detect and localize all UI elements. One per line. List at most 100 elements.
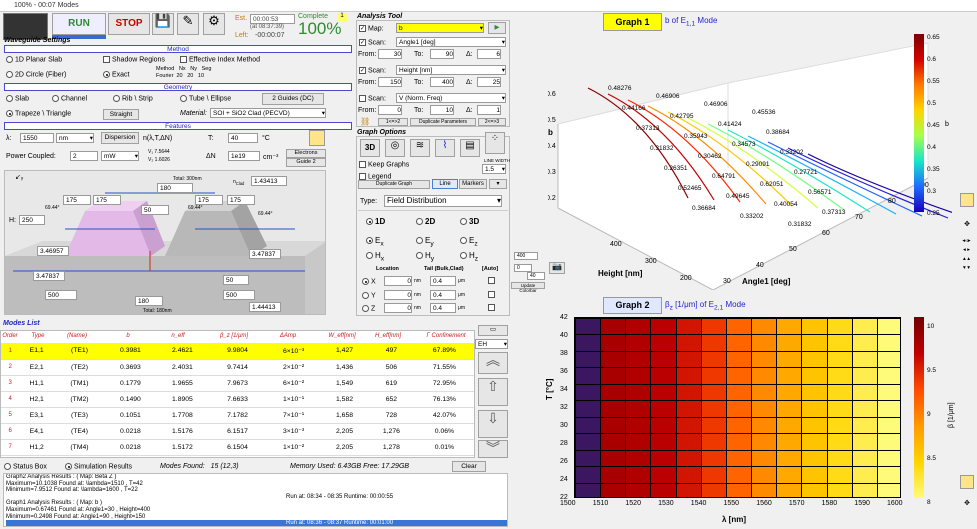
scan1-check[interactable]: ✓ Scan:: [359, 39, 386, 46]
n-bulk-input[interactable]: 1.44413: [249, 302, 281, 312]
line-button[interactable]: Line: [432, 179, 458, 189]
w-top-input[interactable]: 180: [157, 183, 193, 193]
user-icon[interactable]: [960, 475, 974, 489]
n-clad-input[interactable]: 1.43413: [251, 176, 287, 186]
s1-to-input[interactable]: 90: [430, 49, 454, 59]
radio-trapeze[interactable]: Trapeze \ Triangle: [6, 110, 71, 117]
map-check[interactable]: ✓ Map:: [359, 25, 384, 32]
run-button[interactable]: RUN: [52, 13, 106, 35]
pencil-icon[interactable]: ✎: [177, 13, 199, 35]
radio-2d-circle[interactable]: 2D Circle (Fiber): [6, 71, 66, 78]
w1-input[interactable]: 500: [223, 290, 255, 300]
contour-icon[interactable]: ≋: [410, 139, 430, 157]
scatter-icon[interactable]: ⁘: [485, 132, 505, 154]
tail3-input[interactable]: 0.4: [430, 303, 456, 313]
s3-from-input[interactable]: 0: [378, 105, 402, 115]
w-top1b-input[interactable]: 175: [93, 195, 121, 205]
h-slab-input[interactable]: 50: [223, 275, 249, 285]
n-guide2-input[interactable]: 3.47837: [249, 249, 281, 259]
save-icon[interactable]: 💾: [152, 13, 174, 35]
s2-delta-input[interactable]: 25: [477, 77, 501, 87]
map-select[interactable]: b ▾: [396, 23, 484, 33]
electrons-button[interactable]: Electrons: [286, 149, 326, 158]
move-top-icon[interactable]: ︽: [478, 352, 508, 374]
s2-from-input[interactable]: 150: [378, 77, 402, 87]
update-colorbar-button[interactable]: Update Colorbar: [511, 282, 545, 293]
radio-1d-planar[interactable]: 1D Planar Slab: [6, 56, 62, 63]
type-select[interactable]: Field Distribution ▾: [384, 195, 502, 207]
colorbar-max-input[interactable]: 400: [514, 252, 538, 260]
lambda-input[interactable]: 1550: [20, 133, 54, 143]
radio-hy[interactable]: Hy: [416, 251, 434, 263]
x-input[interactable]: 0: [384, 276, 412, 286]
guide2-button[interactable]: Guide 2: [286, 158, 326, 167]
w-top2-input[interactable]: 175: [195, 195, 223, 205]
scan1-select[interactable]: Angle1 [deg] ▾: [396, 37, 506, 47]
radio-y[interactable]: Y: [362, 292, 376, 299]
delta-n-input[interactable]: 1e19: [228, 151, 260, 161]
markers-dropdown[interactable]: ▾: [489, 179, 507, 189]
w-top2b-input[interactable]: 175: [227, 195, 255, 205]
export-icon[interactable]: ▭: [478, 325, 508, 336]
scan2-check[interactable]: ✓ Scan:: [359, 67, 386, 74]
radio-ey[interactable]: Ey: [416, 236, 434, 248]
colorbar-min-input[interactable]: 0: [514, 264, 532, 272]
z-input[interactable]: 0: [384, 303, 412, 313]
radio-slab[interactable]: Slab: [6, 95, 29, 102]
move-up-icon[interactable]: ⇧: [478, 378, 508, 406]
radio-ez[interactable]: Ez: [460, 236, 478, 248]
radio-3d[interactable]: 3D: [460, 217, 479, 226]
status-box-tab[interactable]: Status Box: [4, 463, 47, 470]
n-slab-input[interactable]: 3.47837: [33, 271, 65, 281]
y-input[interactable]: 0: [384, 290, 412, 300]
zoom-icons[interactable]: ◂◃▸ ◂ ▸ ▴ ▴ ▾ ▾: [958, 237, 975, 273]
two-guides-button[interactable]: 2 Guides (DC): [262, 93, 324, 105]
radio-x[interactable]: X: [362, 278, 376, 285]
s2-to-input[interactable]: 400: [430, 77, 454, 87]
swap12-button[interactable]: 1<=>2: [378, 118, 408, 126]
clear-button[interactable]: Clear: [452, 461, 486, 472]
gear-icon[interactable]: ⚙: [203, 13, 225, 35]
s3-delta-input[interactable]: 1: [477, 105, 501, 115]
radio-channel[interactable]: Channel: [52, 95, 87, 102]
power-input[interactable]: 2: [70, 151, 98, 161]
auto3-check[interactable]: [488, 304, 497, 311]
tail1-input[interactable]: 0.4: [430, 276, 456, 286]
dispersion-button[interactable]: Dispersion: [101, 132, 139, 144]
simulation-results-tab[interactable]: Simulation Results: [65, 463, 132, 470]
material-select[interactable]: SOI + SiO2 Clad (PECVD) ▾: [210, 108, 326, 118]
auto2-check[interactable]: [488, 291, 497, 298]
view-3d-icon[interactable]: 3D: [360, 139, 380, 157]
scan3-check[interactable]: Scan:: [359, 95, 386, 102]
radio-tube[interactable]: Tube \ Ellipse: [180, 95, 231, 102]
eh-select[interactable]: EH ▾: [475, 339, 508, 349]
radio-rib[interactable]: Rib \ Strip: [113, 95, 153, 102]
radio-z[interactable]: Z: [362, 305, 375, 312]
radio-ex[interactable]: Ex: [366, 236, 384, 248]
n-guide1-input[interactable]: 3.46957: [37, 246, 69, 256]
line-width-input[interactable]: 1.5 ▾: [482, 164, 506, 174]
colorbar-step-input[interactable]: 40: [527, 272, 545, 280]
auto1-check[interactable]: [488, 277, 497, 284]
stop-button[interactable]: STOP: [108, 13, 150, 35]
s1-delta-input[interactable]: 6: [477, 49, 501, 59]
duplicate-graph-button[interactable]: Duplicate Graph: [358, 180, 430, 189]
radio-hz[interactable]: Hz: [460, 251, 478, 263]
surface-icon[interactable]: ◎: [385, 139, 405, 157]
straight-button[interactable]: Straight: [103, 109, 139, 120]
line-chart-icon[interactable]: ⌇: [435, 139, 455, 157]
markers-button[interactable]: Markers: [459, 179, 487, 189]
pan-icon[interactable]: ✥: [960, 220, 974, 230]
radio-hx[interactable]: Hx: [366, 251, 384, 263]
w2-input[interactable]: 500: [45, 290, 77, 300]
table-row[interactable]: 3 H1,1 (TM1) 0.1779 1.9655 7.9673 6×10⁻² 1,549 6…: [1, 375, 474, 392]
scan3-select[interactable]: V (Norm. Freq) ▾: [396, 93, 506, 103]
s1-from-input[interactable]: 30: [378, 49, 402, 59]
results-log[interactable]: Graph2 Analysis Results : ( Map: Beta Z …: [3, 473, 508, 527]
image-icon[interactable]: ▤: [460, 139, 480, 157]
check-effective-index[interactable]: Effective Index Method: [180, 56, 260, 63]
user-icon[interactable]: [309, 130, 325, 146]
tail2-input[interactable]: 0.4: [430, 290, 456, 300]
w-gap2-input[interactable]: 180: [135, 296, 163, 306]
table-row[interactable]: 2 E2,1 (TE2) 0.3693 2.4031 9.7414 2×10⁻² 1,436 5…: [1, 359, 474, 376]
